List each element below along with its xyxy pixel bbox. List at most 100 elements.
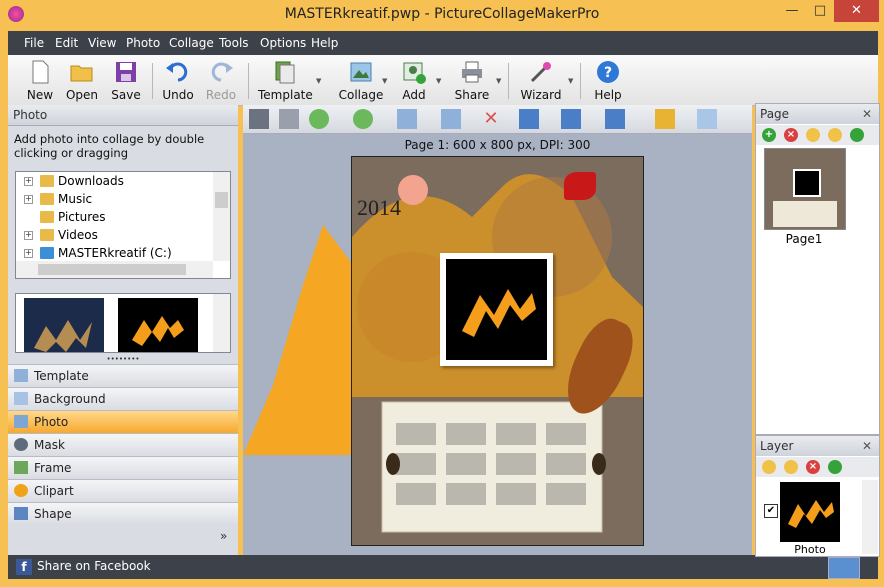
move-up-icon[interactable] [309,109,329,129]
tree-horizontal-scrollbar[interactable] [16,261,213,278]
distribute-icon[interactable] [605,109,625,129]
accordion-clipart[interactable]: Clipart [8,479,238,502]
align-center-icon[interactable] [519,109,539,129]
rotate-left-icon[interactable] [441,109,461,129]
menu-collage[interactable]: Collage [169,36,214,50]
expand-icon[interactable]: + [24,249,33,258]
person-icon[interactable] [249,109,269,129]
photo-thumbnail[interactable] [24,298,104,352]
layer-visible-checkbox[interactable]: ✔ [764,504,778,518]
wizard-dropdown-icon[interactable]: ▼ [568,77,573,85]
layer-thumbnail[interactable] [780,482,840,542]
template-button[interactable]: Template [258,58,313,104]
calendar-knob-right [592,453,606,475]
expand-icon[interactable]: + [24,231,33,240]
move-down-icon[interactable] [353,109,373,129]
tree-item-downloads[interactable]: + Downloads [16,172,212,190]
tree-item-music[interactable]: + Music [16,190,212,208]
template-dropdown-icon[interactable]: ▼ [316,77,321,85]
wizard-button[interactable]: Wizard [518,58,564,104]
logo-photo[interactable] [446,259,547,360]
accordion-label: Shape [34,507,72,521]
redo-button[interactable]: Redo [201,58,241,104]
minimize-button[interactable]: — [778,0,806,22]
splitter-grip[interactable]: •••••••• [8,355,238,364]
open-button[interactable]: Open [62,58,102,104]
rotate-right-icon[interactable] [397,109,417,129]
menu-bar: File Edit View Photo Collage Tools Optio… [8,31,878,55]
bow-clipart[interactable] [564,172,596,200]
photo-thumbnail[interactable] [118,298,198,352]
menu-options[interactable]: Options [260,36,306,50]
tree-item-videos[interactable]: + Videos [16,226,212,244]
page-up-icon[interactable] [806,128,820,142]
tree-vertical-scrollbar[interactable] [213,172,230,261]
delete-layer-icon[interactable]: × [806,460,820,474]
delete-icon[interactable]: ✕ [481,109,501,129]
close-button[interactable]: ✕ [834,0,879,22]
new-button[interactable]: New [20,58,60,104]
undo-button[interactable]: Undo [158,58,198,104]
layer-down-icon[interactable] [784,460,798,474]
image-toolbar: ✕ [243,105,752,134]
page-thumbnail[interactable] [764,148,846,230]
share-button[interactable]: Share [452,58,492,104]
collage-dropdown-icon[interactable]: ▼ [382,77,387,85]
share-dropdown-icon[interactable]: ▼ [496,77,501,85]
layer-panel: Layer ✕ × ✔ Photo [755,435,880,557]
expand-icon[interactable]: + [24,177,33,186]
page-panel-close[interactable]: ✕ [862,104,872,124]
expand-icon[interactable]: + [24,195,33,204]
menu-edit[interactable]: Edit [55,36,78,50]
folder-tree[interactable]: + Downloads + Music Pictures + Videos + MAST… [15,171,231,279]
add-page-icon[interactable]: + [762,128,776,142]
sunflower-icon [14,484,28,497]
menu-file[interactable]: File [24,36,44,50]
flower-clipart[interactable] [398,175,428,205]
layer-panel-close[interactable]: ✕ [862,436,872,456]
layer-scrollbar[interactable] [862,480,878,554]
add-dropdown-icon[interactable]: ▼ [436,77,441,85]
menu-photo[interactable]: Photo [126,36,160,50]
thumbnail-scrollbar[interactable] [213,294,230,352]
open-label: Open [65,88,99,102]
add-photo-icon [403,62,426,84]
accordion-shape[interactable]: Shape [8,502,238,525]
effects-icon[interactable] [655,109,675,129]
magic-wand-icon [530,62,551,83]
save-button[interactable]: Save [106,58,146,104]
accordion-background[interactable]: Background [8,387,238,410]
crop-icon[interactable] [279,109,299,129]
help-button[interactable]: ? Help [588,58,628,104]
photo-frame[interactable] [440,253,553,366]
scrollbar-thumb[interactable] [215,192,228,208]
accordion-label: Mask [34,438,65,452]
accordion-photo[interactable]: Photo [8,410,238,433]
accordion-frame[interactable]: Frame [8,456,238,479]
main-toolbar: New Open Save Undo Redo Template ▼ Colla… [8,55,878,106]
logo-shape-offpage[interactable] [243,225,353,455]
more-chevron-icon[interactable]: » [220,529,227,543]
calendar-knob-left [386,453,400,475]
scrollbar-thumb[interactable] [38,264,186,275]
menu-tools[interactable]: Tools [219,36,249,50]
share-facebook-link[interactable]: Share on Facebook [37,559,151,573]
collage-button[interactable]: Collage [334,58,388,104]
layer-up-icon[interactable] [762,460,776,474]
add-button[interactable]: Add [394,58,434,104]
tree-item-drive-c[interactable]: + MASTERkreatif (C:) [16,244,212,262]
properties-icon[interactable] [697,109,717,129]
page-down-icon[interactable] [828,128,842,142]
menu-help[interactable]: Help [311,36,338,50]
refresh-icon[interactable] [850,128,864,142]
accordion-mask[interactable]: Mask [8,433,238,456]
delete-page-icon[interactable]: × [784,128,798,142]
maximize-button[interactable]: □ [806,0,834,22]
refresh-layer-icon[interactable] [828,460,842,474]
tree-item-pictures[interactable]: Pictures [16,208,212,226]
menu-view[interactable]: View [88,36,116,50]
chat-icon[interactable] [828,557,860,579]
accordion-template[interactable]: Template [8,364,238,387]
align-left-icon[interactable] [561,109,581,129]
collage-page[interactable]: 2014 [351,156,644,546]
